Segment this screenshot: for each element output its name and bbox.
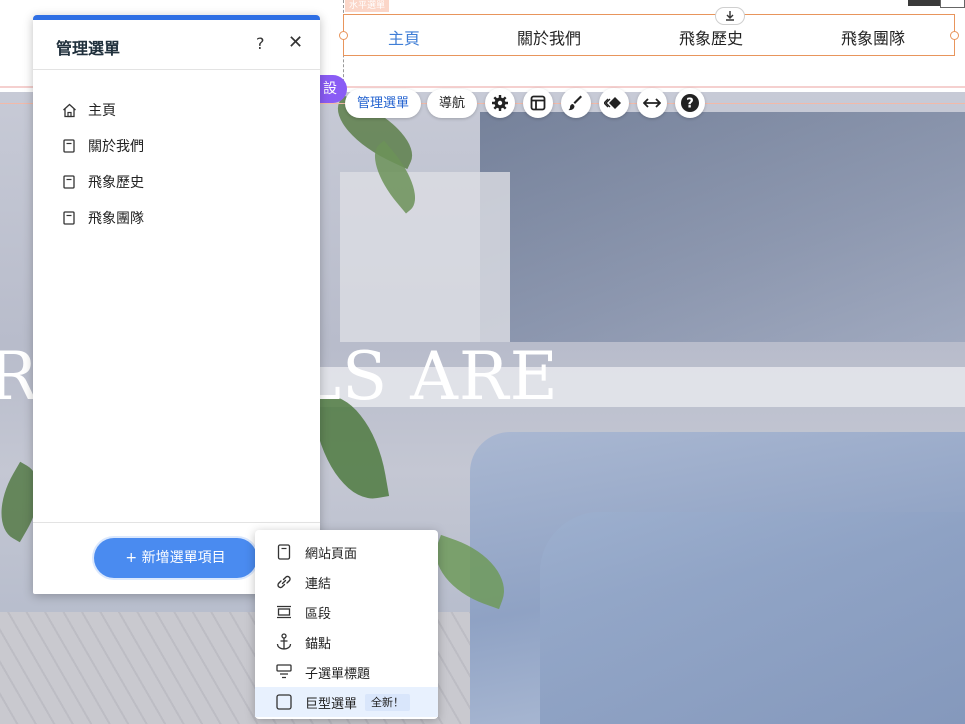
horizontal-menu-tag[interactable]: 水平選單 [345,0,390,12]
nav-item-team[interactable]: 飛象團隊 [841,25,905,49]
svg-text:?: ? [686,97,694,112]
gear-icon [492,95,509,111]
navigation-button[interactable]: 導航 [427,88,478,118]
layout-icon [530,95,546,111]
stretch-icon [643,98,662,108]
page-icon [275,543,293,561]
new-badge: 全新！ [365,693,411,711]
panel-title: 管理選單 [56,39,121,58]
help-icon: ? [681,94,700,112]
nav-item-history[interactable]: 飛象歷史 [679,25,743,49]
corner-frame [940,0,965,8]
element-toolbar: 管理選單 導航 ? [345,88,706,118]
submenu-icon [275,663,293,681]
animation-button[interactable] [599,88,630,118]
manage-menu-button[interactable]: 管理選單 [345,88,422,118]
stretch-button[interactable] [637,88,668,118]
menu-items-list: 主頁 關於我們 飛象歷史 飛象團隊 [61,92,144,236]
add-menu-item-button[interactable]: + 新增選單項目 [94,538,257,578]
panel-help-button[interactable]: ? [256,34,265,53]
page-icon [61,174,77,190]
page-icon [61,210,77,226]
dropdown-item-label: 連結 [305,576,332,592]
anchor-icon [275,633,293,651]
menu-item-label: 主頁 [88,103,116,119]
help-button[interactable]: ? [675,88,706,118]
download-icon [726,11,734,21]
link-icon [275,573,293,591]
hero-background-shape [480,112,965,342]
design-button[interactable] [561,88,592,118]
menu-item-history[interactable]: 飛象歷史 [61,164,144,200]
menu-item-label: 飛象歷史 [88,175,144,191]
dropdown-item-section[interactable]: 區段 [255,597,438,627]
settings-button[interactable] [485,88,516,118]
panel-header: 管理選單 ? ✕ [33,20,320,70]
dropdown-item-label: 區段 [305,606,332,622]
hero-background-window [340,172,510,342]
manage-menu-panel: 管理選單 ? ✕ 主頁 關於我們 飛象歷史 飛象團隊 + 新增選單項目 [33,15,320,594]
panel-close-button[interactable]: ✕ [288,32,303,53]
hero-jeans-image-2 [540,512,965,724]
add-item-dropdown: 網站頁面 連結 區段 錨點 子選單標題 巨型選單 全新！ [255,530,438,719]
dropdown-item-label: 子選單標題 [305,666,371,682]
nav-item-about[interactable]: 關於我們 [517,25,581,49]
corner-block [908,0,940,6]
resize-handle-left[interactable] [339,31,348,40]
brush-icon [568,95,583,111]
animation-icon [604,97,622,109]
dropdown-item-label: 巨型選單 [305,696,358,712]
dropdown-item-site-page[interactable]: 網站頁面 [255,537,438,567]
resize-handle-right[interactable] [950,31,959,40]
menu-item-label: 飛象團隊 [88,211,144,227]
dropdown-item-mega-menu[interactable]: 巨型選單 全新！ [255,687,438,717]
dropdown-item-submenu-title[interactable]: 子選單標題 [255,657,438,687]
menu-item-about[interactable]: 關於我們 [61,128,144,164]
dropdown-item-link[interactable]: 連結 [255,567,438,597]
dropdown-item-label: 網站頁面 [305,546,358,562]
menu-item-team[interactable]: 飛象團隊 [61,200,144,236]
download-chip[interactable] [715,7,745,25]
section-icon [275,603,293,621]
home-icon [61,102,77,118]
layout-button[interactable] [523,88,554,118]
nav-item-home[interactable]: 主頁 [388,25,420,49]
page-icon [61,138,77,154]
dropdown-item-anchor[interactable]: 錨點 [255,627,438,657]
menu-item-home[interactable]: 主頁 [61,92,144,128]
mega-menu-icon [275,693,293,711]
dropdown-item-label: 錨點 [305,636,332,652]
horizontal-menu-selection[interactable]: 主頁 關於我們 飛象歷史 飛象團隊 [339,7,959,56]
menu-item-label: 關於我們 [88,139,144,155]
